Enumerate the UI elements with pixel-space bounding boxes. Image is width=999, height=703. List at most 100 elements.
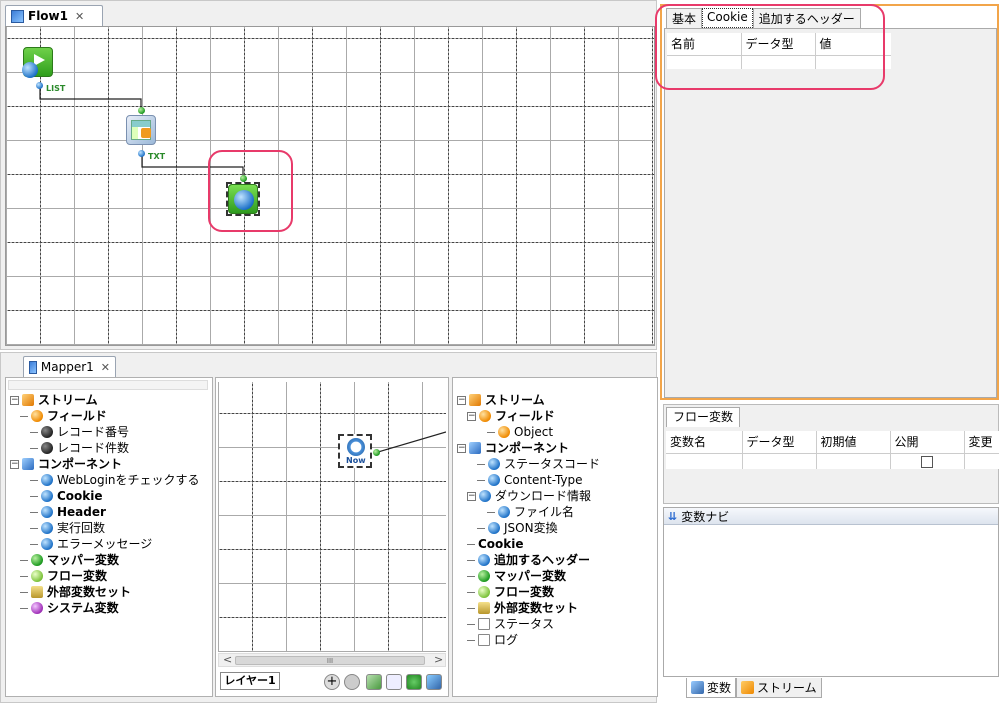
tab-additional-headers[interactable]: 追加するヘッダー	[752, 8, 861, 28]
tree-item[interactable]: JSON変換	[457, 520, 657, 536]
tab-basic[interactable]: 基本	[666, 8, 703, 28]
tree-line	[20, 575, 28, 577]
public-checkbox-cell[interactable]	[890, 453, 965, 469]
scroll-right-icon[interactable]: >	[434, 653, 443, 666]
mapper-panel: Mapper1 ✕ − ストリーム フィールド レコード番号 レコード件数 − コンポーネン…	[0, 352, 658, 703]
tree-item-label: コンポーネント	[38, 457, 123, 471]
port-out-now[interactable]	[373, 449, 380, 456]
scroll-left-icon[interactable]: <	[223, 653, 232, 666]
column-datatype[interactable]: データ型	[741, 33, 816, 55]
tree-item[interactable]: ログ	[457, 632, 657, 648]
cell-empty[interactable]	[815, 55, 891, 69]
tree-item[interactable]: − ストリーム	[457, 392, 657, 408]
chevron-down-icon[interactable]: ⇊	[668, 510, 677, 523]
tree-item[interactable]: フロー変数	[457, 584, 657, 600]
tab-cookie[interactable]: Cookie	[702, 8, 753, 28]
port-txt[interactable]	[138, 150, 145, 157]
tree-item[interactable]: マッパー変数	[10, 552, 210, 568]
tab-stream[interactable]: ストリーム	[736, 678, 822, 698]
flow-link-icon[interactable]	[426, 674, 442, 690]
mapper-icon	[29, 360, 37, 374]
tree-line	[487, 431, 495, 433]
stream-icon	[469, 394, 481, 406]
tree-item[interactable]: エラーメッセージ	[10, 536, 210, 552]
add-icon[interactable]: +	[324, 674, 340, 690]
cell-empty[interactable]	[742, 453, 817, 469]
debug-icon[interactable]	[406, 674, 422, 690]
cell-empty[interactable]	[667, 55, 742, 69]
blue-ball-icon	[41, 538, 53, 550]
column-modified[interactable]: 変更	[964, 431, 999, 453]
mapping-canvas[interactable]: Now	[218, 382, 446, 652]
column-initial-value[interactable]: 初期値	[816, 431, 891, 453]
comment-icon[interactable]	[386, 674, 402, 690]
tree-item[interactable]: ファイル名	[457, 504, 657, 520]
tree-item[interactable]: フィールド	[10, 408, 210, 424]
port-list[interactable]	[36, 82, 43, 89]
column-name[interactable]: 名前	[667, 33, 742, 55]
tree-item[interactable]: Content-Type	[457, 472, 657, 488]
remove-icon[interactable]	[344, 674, 360, 690]
flow-canvas[interactable]: LIST TXT	[5, 26, 655, 346]
tree-item[interactable]: 実行回数	[10, 520, 210, 536]
external-variable-set-icon	[31, 586, 43, 598]
variable-navigator-header[interactable]: ⇊ 変数ナビ	[664, 508, 998, 525]
tree-item[interactable]: Cookie	[10, 488, 210, 504]
port-in-web[interactable]	[240, 175, 247, 182]
column-datatype[interactable]: データ型	[742, 431, 817, 453]
tree-item[interactable]: − コンポーネント	[10, 456, 210, 472]
tree-item[interactable]: Object	[457, 424, 657, 440]
tree-item[interactable]: 追加するヘッダー	[457, 552, 657, 568]
tree-line	[20, 559, 28, 561]
close-icon[interactable]: ✕	[101, 361, 110, 374]
tree-item[interactable]: WebLoginをチェックする	[10, 472, 210, 488]
tab-layer1[interactable]: レイヤー1	[220, 672, 280, 690]
tree-item[interactable]: 外部変数セット	[10, 584, 210, 600]
tab-stream-label: ストリーム	[757, 681, 817, 695]
collapse-toggle-icon[interactable]: −	[10, 459, 19, 469]
tab-mapper1[interactable]: Mapper1 ✕	[23, 356, 116, 377]
tree-item[interactable]: マッパー変数	[457, 568, 657, 584]
tree-item[interactable]: レコード件数	[10, 440, 210, 456]
horizontal-scrollbar[interactable]: < III >	[218, 653, 446, 667]
tree-item[interactable]: システム変数	[10, 600, 210, 616]
now-function[interactable]: Now	[338, 434, 372, 468]
column-variable-name[interactable]: 変数名	[666, 431, 743, 453]
tree-item[interactable]: − コンポーネント	[457, 440, 657, 456]
tab-variables[interactable]: 変数	[686, 678, 737, 698]
collapse-toggle-icon[interactable]: −	[457, 395, 466, 405]
cell-empty[interactable]	[964, 453, 999, 469]
collapse-toggle-icon[interactable]: −	[467, 411, 476, 421]
cell-empty[interactable]	[666, 453, 743, 469]
cell-empty[interactable]	[816, 453, 891, 469]
tree-item[interactable]: − ストリーム	[10, 392, 210, 408]
column-public[interactable]: 公開	[890, 431, 965, 453]
convert-node[interactable]	[126, 115, 156, 145]
tree-item[interactable]: 外部変数セット	[457, 600, 657, 616]
tree-item[interactable]: レコード番号	[10, 424, 210, 440]
collapse-toggle-icon[interactable]: −	[457, 443, 466, 453]
tree-item[interactable]: Cookie	[457, 536, 657, 552]
tree-item[interactable]: − フィールド	[457, 408, 657, 424]
tab-flow-variables[interactable]: フロー変数	[666, 407, 741, 427]
web-node[interactable]	[228, 184, 258, 214]
tree-item[interactable]: Header	[10, 504, 210, 520]
stream-icon	[741, 681, 755, 694]
tree-item[interactable]: ステータス	[457, 616, 657, 632]
collapse-toggle-icon[interactable]: −	[467, 491, 476, 501]
close-icon[interactable]: ✕	[75, 10, 84, 23]
edit-icon[interactable]	[366, 674, 382, 690]
tree-item-label: フロー変数	[47, 569, 108, 583]
cell-empty[interactable]	[741, 55, 816, 69]
scroll-thumb[interactable]: III	[235, 656, 425, 665]
port-in-convert[interactable]	[138, 107, 145, 114]
column-value[interactable]: 値	[815, 33, 891, 55]
tree-item[interactable]: フロー変数	[10, 568, 210, 584]
tab-flow1[interactable]: Flow1 ✕	[5, 5, 103, 26]
public-checkbox[interactable]	[921, 455, 933, 468]
tree-item[interactable]: − ダウンロード情報	[457, 488, 657, 504]
tree-item[interactable]: ステータスコード	[457, 456, 657, 472]
collapse-toggle-icon[interactable]: −	[10, 395, 19, 405]
start-node[interactable]	[22, 47, 53, 78]
tree-item-label: レコード件数	[57, 441, 130, 455]
